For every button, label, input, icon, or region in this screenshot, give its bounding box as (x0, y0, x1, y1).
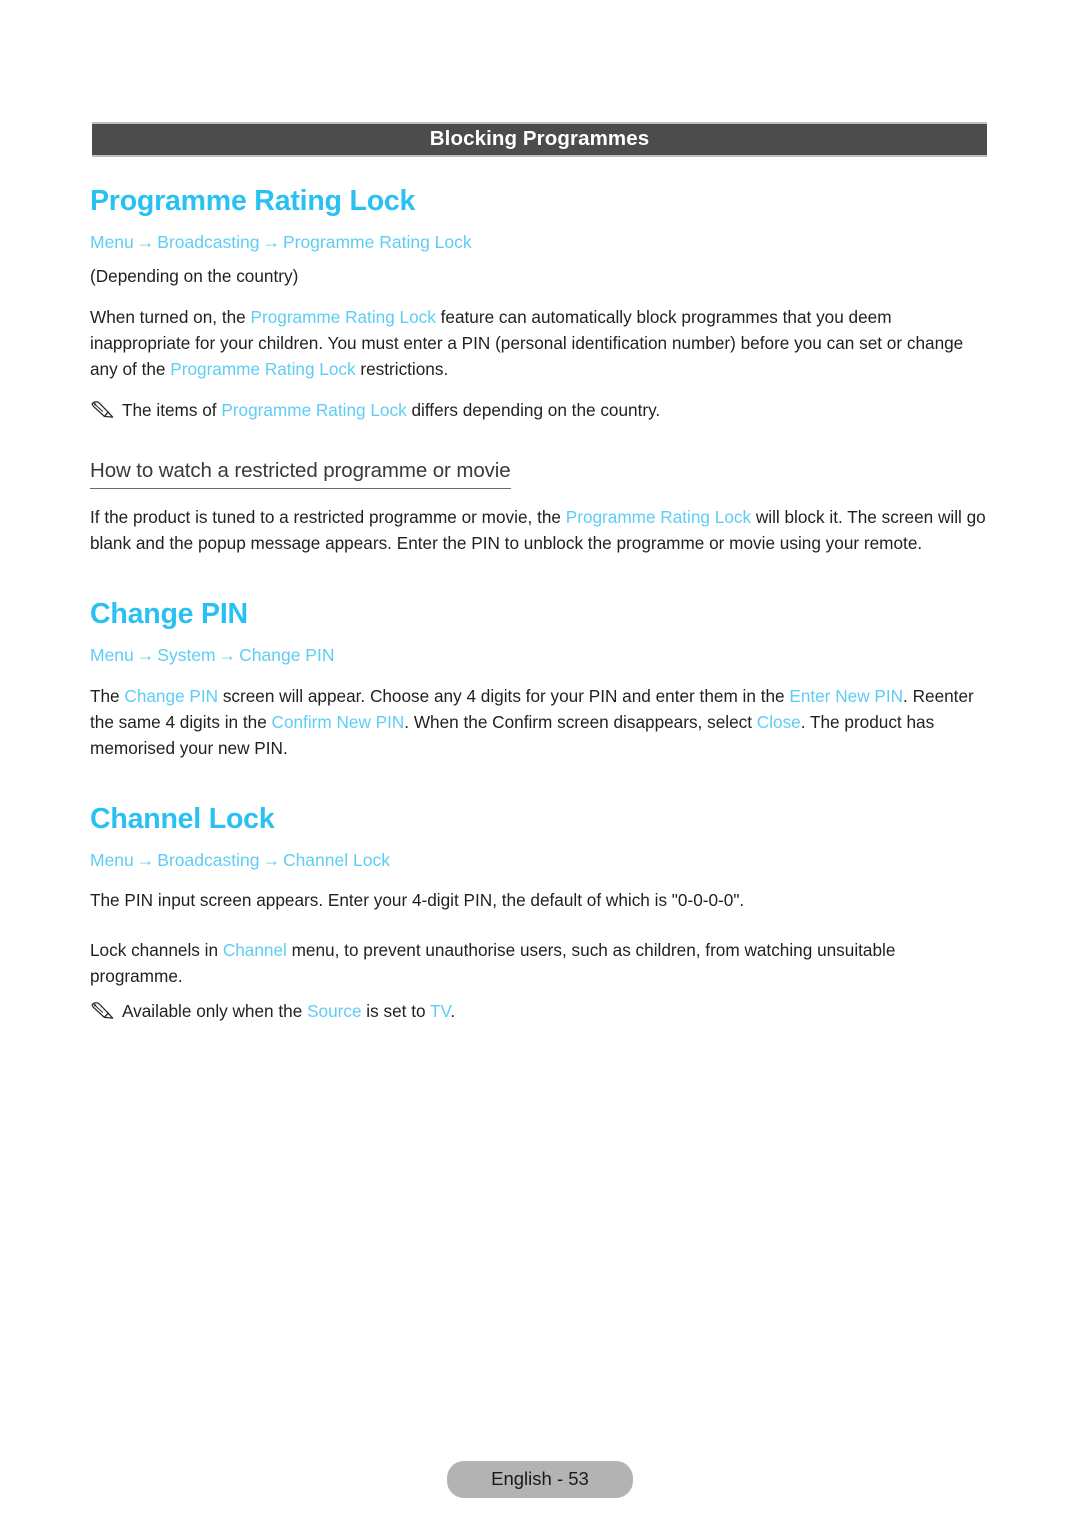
breadcrumb-item-menu: Menu (90, 849, 134, 870)
inline-term-enter-new-pin: Enter New PIN (789, 685, 904, 706)
inline-term-programme-rating-lock: Programme Rating Lock (565, 507, 752, 528)
inline-term-close: Close (756, 711, 801, 732)
inline-term-confirm-new-pin: Confirm New PIN (271, 711, 405, 732)
arrow-right-icon: → (262, 849, 280, 870)
breadcrumb-item-menu: Menu (90, 645, 134, 666)
depending-on-country-note: (Depending on the country) (90, 266, 299, 287)
heading-channel-lock: Channel Lock (90, 802, 275, 835)
paragraph-how-to-watch: If the product is tuned to a restricted … (90, 504, 990, 556)
inline-term-change-pin: Change PIN (124, 685, 219, 706)
arrow-right-icon: → (136, 231, 155, 252)
text-fragment: is set to (361, 1001, 430, 1022)
text-fragment: If the product is tuned to a restricted … (90, 507, 566, 528)
breadcrumb-item-programme-rating-lock: Programme Rating Lock (282, 231, 472, 252)
heading-programme-rating-lock: Programme Rating Lock (90, 185, 416, 217)
page-content: Programme Rating Lock Menu → Broadcasting →… (90, 185, 990, 1024)
inline-term-programme-rating-lock: Programme Rating Lock (170, 359, 356, 380)
page-footer: English - 53 (0, 1461, 1080, 1499)
inline-term-programme-rating-lock: Programme Rating Lock (221, 400, 407, 421)
text-fragment: differs depending on the country. (406, 400, 661, 421)
breadcrumb-item-broadcasting: Broadcasting (157, 231, 260, 252)
inline-term-source: Source (307, 1001, 362, 1022)
text-fragment: Available only when the (122, 1001, 308, 1022)
heading-change-pin: Change PIN (90, 598, 248, 631)
text-fragment: The items of (122, 400, 222, 421)
inline-term-channel: Channel (222, 940, 287, 961)
document-page: Blocking Programmes Programme Rating Loc… (0, 0, 1080, 1534)
inline-term-programme-rating-lock: Programme Rating Lock (250, 307, 436, 328)
paragraph-lock-channels: Lock channels in Channel menu, to preven… (90, 937, 990, 989)
arrow-right-icon: → (136, 849, 155, 870)
text-fragment: The (90, 685, 125, 706)
pencil-icon (90, 400, 116, 422)
text-fragment: Lock channels in (90, 940, 223, 961)
breadcrumb-programme-rating-lock: Menu → Broadcasting → Programme Rating Lock (90, 231, 990, 255)
text-fragment: . When the Confirm screen disappears, se… (404, 711, 757, 732)
breadcrumb-item-broadcasting: Broadcasting (157, 849, 260, 870)
pencil-icon (90, 1001, 116, 1023)
note-programme-rating-lock-items: The items of Programme Rating Lock diffe… (90, 397, 990, 423)
breadcrumb-item-system: System (157, 645, 216, 666)
section-header-title: Blocking Programmes (429, 127, 650, 151)
note-text: Available only when the Source is set to… (122, 998, 990, 1024)
paragraph-pin-input-screen: The PIN input screen appears. Enter your… (90, 890, 745, 911)
paragraph-programme-rating-lock-intro: When turned on, the Programme Rating Loc… (90, 304, 990, 382)
note-text: The items of Programme Rating Lock diffe… (122, 397, 990, 423)
breadcrumb-item-channel-lock: Channel Lock (282, 849, 390, 870)
breadcrumb-item-menu: Menu (90, 231, 134, 252)
text-fragment: screen will appear. Choose any 4 digits … (218, 685, 790, 706)
paragraph-change-pin: The Change PIN screen will appear. Choos… (90, 683, 990, 761)
text-fragment: restrictions. (355, 359, 449, 380)
arrow-right-icon: → (136, 645, 155, 666)
arrow-right-icon: → (262, 231, 280, 252)
subheading-how-to-watch: How to watch a restricted programme or m… (90, 457, 511, 490)
breadcrumb-item-change-pin: Change PIN (239, 645, 335, 666)
subheading-wrapper: How to watch a restricted programme or m… (90, 457, 990, 490)
inline-term-tv: TV (430, 1001, 451, 1022)
breadcrumb-change-pin: Menu → System → Change PIN (90, 644, 990, 668)
arrow-right-icon: → (218, 645, 237, 666)
text-fragment: . (450, 1001, 456, 1022)
note-available-only-tv: Available only when the Source is set to… (90, 998, 990, 1024)
text-fragment: When turned on, the (90, 307, 251, 328)
breadcrumb-channel-lock: Menu → Broadcasting → Channel Lock (90, 849, 990, 873)
section-header-bar: Blocking Programmes (92, 122, 987, 157)
page-number-badge: English - 53 (447, 1461, 633, 1499)
